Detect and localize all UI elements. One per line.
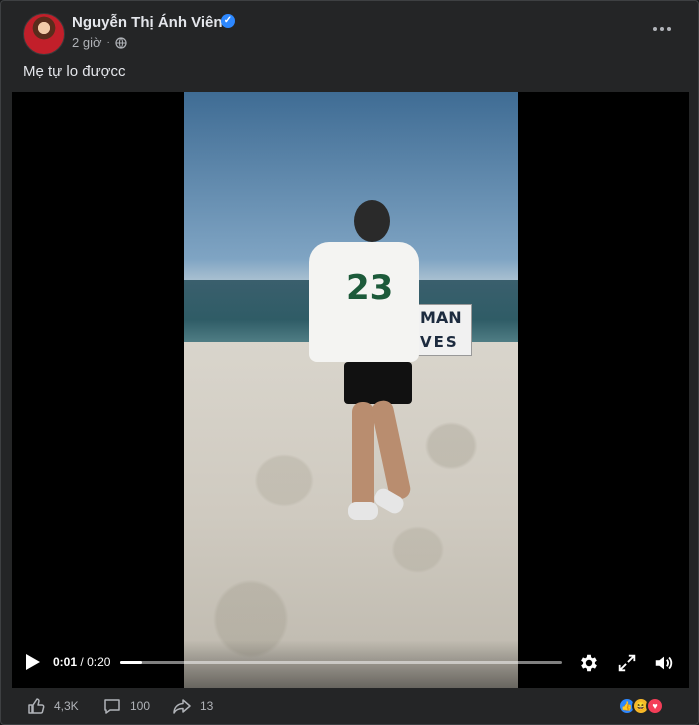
post-time[interactable]: 2 giờ [72, 35, 102, 50]
share-button[interactable]: 13 [172, 694, 213, 718]
share-count: 13 [200, 699, 214, 713]
play-icon[interactable] [26, 654, 40, 670]
post-header: Nguyễn Thị Ánh Viên ✓ 2 giờ · [1, 1, 698, 57]
like-icon [28, 698, 45, 714]
video-person-shorts [344, 362, 412, 404]
video-person-leg [352, 402, 374, 512]
video-person-head [354, 200, 390, 242]
like-button[interactable]: 4,3K [26, 694, 79, 718]
globe-icon [115, 36, 127, 49]
video-person-shoe [348, 502, 378, 520]
love-reaction-icon: ♥ [646, 697, 664, 715]
post-footer: 4,3K 100 13 👍 😆 ♥ [1, 689, 698, 724]
verified-badge-icon: ✓ [221, 14, 235, 28]
shirt-number: 23 [346, 268, 394, 308]
sign-text-top: MAN [420, 308, 462, 327]
comment-count: 100 [130, 699, 151, 713]
share-icon [173, 699, 191, 714]
meta-separator: · [106, 37, 110, 48]
video-progress-bar[interactable] [120, 661, 562, 664]
comment-icon [104, 699, 120, 714]
post-card: Nguyễn Thị Ánh Viên ✓ 2 giờ · Mẹ tự lo đ… [0, 0, 699, 725]
like-count: 4,3K [54, 699, 79, 713]
video-progress-fill [120, 661, 143, 664]
comment-button[interactable]: 100 [102, 694, 150, 718]
fullscreen-icon[interactable] [616, 652, 638, 674]
settings-icon[interactable] [578, 652, 600, 674]
post-caption: Mẹ tự lo đượcc [23, 63, 126, 80]
volume-icon[interactable] [653, 652, 675, 674]
avatar[interactable] [23, 13, 65, 55]
video-sign: MAN VES [416, 304, 472, 356]
time-total: 0:20 [87, 655, 111, 669]
video-controls: 0:01 / 0:20 [12, 640, 689, 688]
post-meta: 2 giờ · [72, 35, 127, 50]
video-player[interactable]: MAN VES 23 0:01 / 0:20 [12, 92, 689, 688]
author-name[interactable]: Nguyễn Thị Ánh Viên [72, 14, 223, 31]
video-person-shirt: 23 [309, 242, 419, 362]
time-separator: / [80, 655, 84, 669]
reactions-summary[interactable]: 👍 😆 ♥ [618, 697, 678, 715]
sign-text-bottom: VES [420, 333, 459, 351]
video-frame: MAN VES 23 [184, 92, 518, 688]
video-time: 0:01 / 0:20 [53, 655, 110, 669]
more-options-icon[interactable] [648, 19, 676, 39]
time-current: 0:01 [53, 655, 78, 669]
